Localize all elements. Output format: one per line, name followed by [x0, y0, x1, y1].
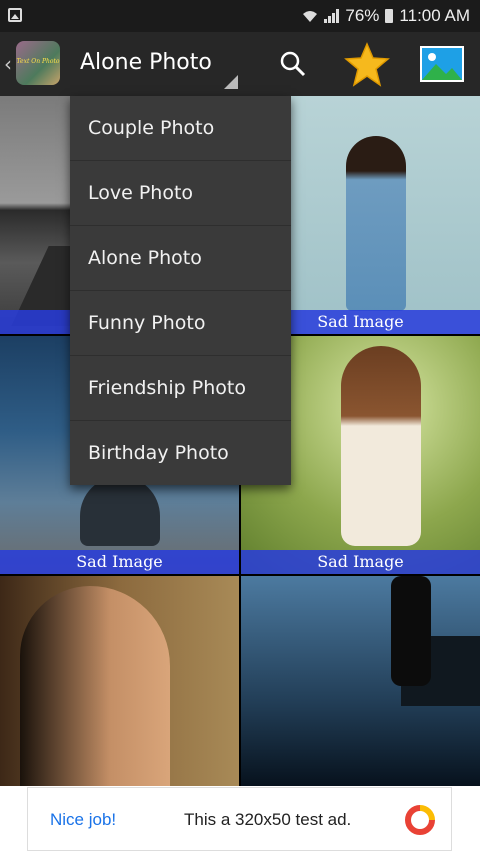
- person-figure: [20, 586, 170, 786]
- spinner-arrow-icon[interactable]: [224, 75, 238, 89]
- person-figure: [391, 576, 431, 686]
- person-figure: [346, 136, 406, 311]
- wifi-icon: [303, 11, 318, 22]
- menu-item-couple-photo[interactable]: Couple Photo: [70, 96, 291, 161]
- search-icon[interactable]: [280, 51, 306, 77]
- ad-banner: Nice job! This a 320x50 test ad.: [0, 786, 480, 853]
- signal-icon: [324, 9, 340, 23]
- ad-text: This a 320x50 test ad.: [184, 810, 352, 829]
- category-spinner[interactable]: Alone Photo: [80, 50, 212, 75]
- menu-item-birthday-photo[interactable]: Birthday Photo: [70, 421, 291, 486]
- ad-box[interactable]: Nice job! This a 320x50 test ad.: [27, 787, 452, 851]
- battery-icon: [385, 9, 394, 23]
- star-icon[interactable]: [344, 42, 390, 88]
- app-logo[interactable]: Text On Photo: [16, 41, 60, 85]
- gallery-notification-icon: [8, 8, 22, 22]
- category-dropdown: Couple Photo Love Photo Alone Photo Funn…: [70, 96, 291, 485]
- gallery-icon[interactable]: [420, 46, 464, 82]
- status-bar: 76% 11:00 AM: [0, 0, 480, 32]
- menu-item-alone-photo[interactable]: Alone Photo: [70, 226, 291, 291]
- tile-caption: Sad Image: [241, 550, 480, 574]
- menu-item-friendship-photo[interactable]: Friendship Photo: [70, 356, 291, 421]
- image-tile[interactable]: [0, 576, 239, 786]
- menu-item-love-photo[interactable]: Love Photo: [70, 161, 291, 226]
- app-bar: ‹ Text On Photo Alone Photo: [0, 32, 480, 96]
- tile-caption: Sad Image: [0, 550, 239, 574]
- person-figure: [341, 346, 421, 546]
- ad-nice-label: Nice job!: [50, 810, 117, 829]
- image-tile[interactable]: [241, 576, 480, 786]
- status-right: 76% 11:00 AM: [302, 6, 470, 26]
- back-chevron-icon[interactable]: ‹: [4, 52, 12, 76]
- person-figure: [80, 476, 160, 546]
- battery-percent: 76%: [345, 6, 380, 25]
- clock: 11:00 AM: [399, 6, 470, 25]
- ad-logo-icon: [405, 805, 435, 835]
- logo-text: Text On Photo: [16, 58, 60, 65]
- menu-item-funny-photo[interactable]: Funny Photo: [70, 291, 291, 356]
